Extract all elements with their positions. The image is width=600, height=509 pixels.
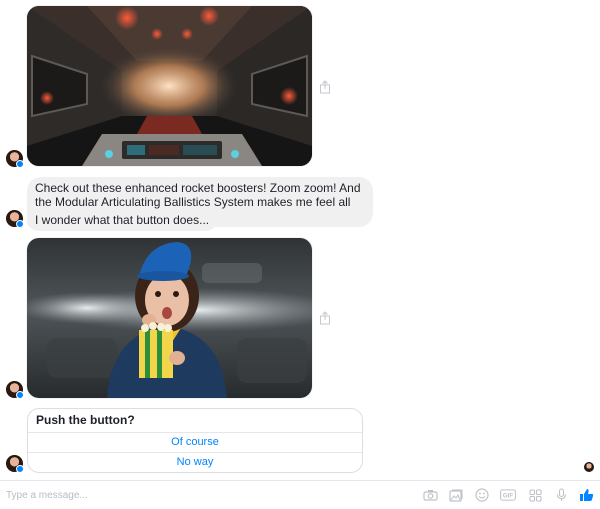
conversation-thread: Check out these enhanced rocket boosters…: [0, 0, 600, 480]
gallery-icon[interactable]: [448, 488, 464, 502]
sender-avatar[interactable]: [6, 210, 24, 228]
emoji-icon[interactable]: [474, 488, 490, 502]
quick-reply-no-way-button[interactable]: No way: [28, 453, 362, 472]
gif-icon[interactable]: GIF: [500, 488, 516, 502]
camera-icon[interactable]: [422, 488, 438, 502]
microphone-icon[interactable]: [553, 488, 569, 502]
apps-icon[interactable]: [527, 488, 543, 502]
seen-indicator-avatar: [584, 462, 594, 472]
sender-avatar[interactable]: [6, 150, 24, 168]
message-bubble: I wonder what that button does...: [27, 209, 218, 231]
quick-reply-title: Push the button?: [28, 409, 362, 433]
share-icon[interactable]: [318, 311, 332, 325]
message-input[interactable]: [6, 487, 206, 503]
popcorn-woman-image[interactable]: [27, 238, 312, 398]
message-composer: GIF: [0, 480, 600, 509]
quick-reply-card: Push the button? Of course No way: [27, 408, 363, 473]
spaceship-cockpit-image[interactable]: [27, 6, 312, 166]
sender-avatar[interactable]: [6, 455, 24, 473]
thumbs-up-icon[interactable]: [578, 488, 594, 502]
share-icon[interactable]: [318, 80, 332, 94]
sender-avatar[interactable]: [6, 381, 24, 399]
quick-reply-of-course-button[interactable]: Of course: [28, 433, 362, 453]
svg-text:GIF: GIF: [503, 492, 513, 499]
